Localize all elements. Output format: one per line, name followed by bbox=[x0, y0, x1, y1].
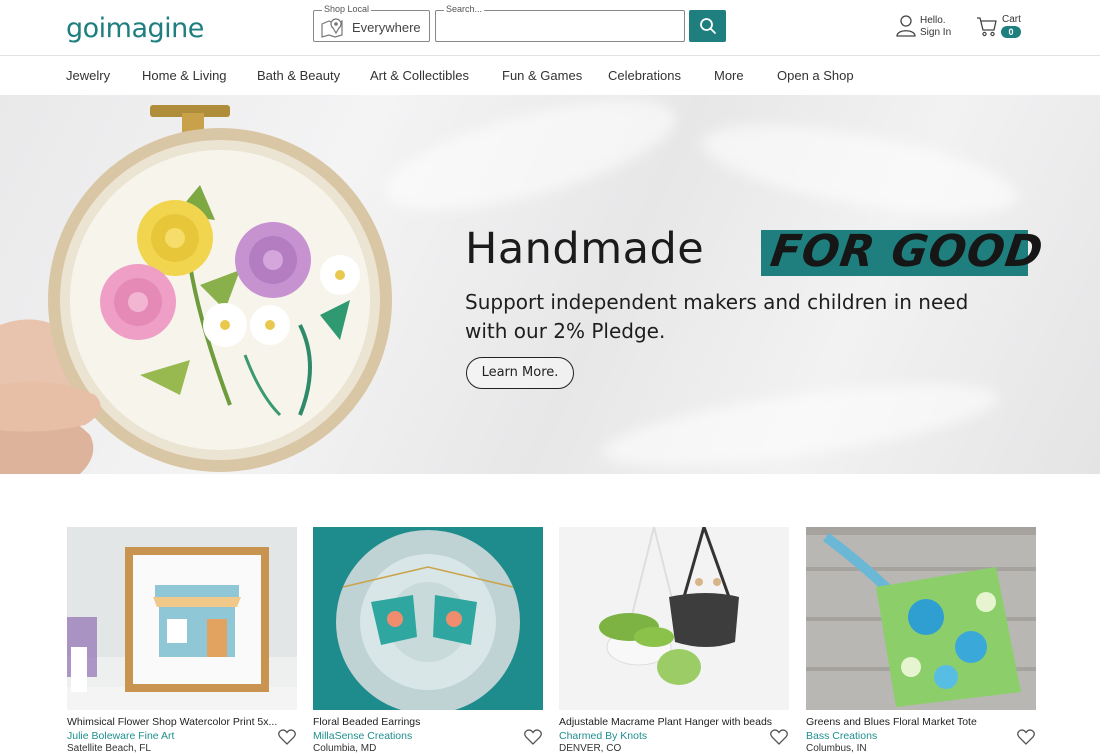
search-button[interactable] bbox=[689, 10, 726, 42]
nav-item-home-living[interactable]: Home & Living bbox=[142, 68, 227, 83]
product-image[interactable] bbox=[806, 527, 1036, 710]
product-shop-link[interactable]: Charmed By Knots bbox=[559, 730, 647, 742]
cart-count-badge: 0 bbox=[1001, 26, 1021, 38]
shop-local-value: Everywhere bbox=[352, 20, 421, 35]
product-location: Columbus, IN bbox=[806, 743, 867, 754]
hero-title: Handmade bbox=[465, 224, 705, 274]
nav-item-open-a-shop[interactable]: Open a Shop bbox=[777, 68, 854, 83]
product-location: DENVER, CO bbox=[559, 743, 622, 754]
shop-local-legend: Shop Local bbox=[322, 4, 372, 14]
product-title[interactable]: Adjustable Macrame Plant Hanger with bea… bbox=[559, 716, 791, 728]
search-field[interactable]: Search... bbox=[435, 4, 685, 42]
product-location: Satellite Beach, FL bbox=[67, 743, 151, 754]
cart-link[interactable]: Cart 0 bbox=[976, 13, 1026, 41]
product-image[interactable] bbox=[67, 527, 297, 710]
heart-icon[interactable] bbox=[278, 729, 296, 745]
learn-more-button[interactable]: Learn More. bbox=[466, 357, 574, 389]
product-shop-link[interactable]: Julie Boleware Fine Art bbox=[67, 730, 174, 742]
search-input[interactable] bbox=[440, 16, 678, 36]
greeting-text: Hello. bbox=[920, 15, 946, 26]
product-card[interactable]: Adjustable Macrame Plant Hanger with bea… bbox=[559, 527, 789, 756]
nav-item-more[interactable]: More bbox=[714, 68, 744, 83]
product-location: Columbia, MD bbox=[313, 743, 377, 754]
search-icon bbox=[699, 18, 716, 34]
nav-item-fun-games[interactable]: Fun & Games bbox=[502, 68, 582, 83]
hero-subtitle-line1: Support independent makers and children … bbox=[465, 290, 969, 314]
cart-icon bbox=[977, 17, 997, 37]
hero-subtitle-line2: with our 2% Pledge. bbox=[465, 319, 666, 343]
product-card[interactable]: Greens and Blues Floral Market Tote Bass… bbox=[806, 527, 1036, 756]
fabric-fold bbox=[696, 107, 1024, 233]
hero-subtitle: Support independent makers and children … bbox=[465, 288, 1065, 346]
sign-in-link[interactable]: Hello. Sign In bbox=[895, 14, 955, 42]
map-pin-icon bbox=[321, 18, 343, 38]
cart-label: Cart bbox=[1002, 14, 1021, 25]
product-card[interactable]: Floral Beaded Earrings MillaSense Creati… bbox=[313, 527, 543, 756]
product-image[interactable] bbox=[313, 527, 543, 710]
hero-tag: FOR GOOD bbox=[761, 226, 1047, 277]
category-nav: Jewelry Home & Living Bath & Beauty Art … bbox=[0, 56, 1100, 95]
product-title[interactable]: Whimsical Flower Shop Watercolor Print 5… bbox=[67, 716, 299, 728]
heart-icon[interactable] bbox=[524, 729, 542, 745]
product-image[interactable] bbox=[559, 527, 789, 710]
product-title[interactable]: Floral Beaded Earrings bbox=[313, 716, 545, 728]
shop-local-selector[interactable]: Shop Local Everywhere bbox=[313, 4, 430, 42]
embroidery-hoop-image bbox=[0, 105, 392, 474]
sign-in-text: Sign In bbox=[920, 27, 952, 38]
nav-item-art-collectibles[interactable]: Art & Collectibles bbox=[370, 68, 469, 83]
heart-icon[interactable] bbox=[770, 729, 788, 745]
product-card[interactable]: Whimsical Flower Shop Watercolor Print 5… bbox=[67, 527, 297, 756]
fabric-fold bbox=[597, 367, 1003, 474]
site-header: goimagine Shop Local Everywhere Search..… bbox=[0, 0, 1100, 56]
user-icon bbox=[896, 15, 916, 37]
product-title[interactable]: Greens and Blues Floral Market Tote bbox=[806, 716, 1038, 728]
product-shop-link[interactable]: Bass Creations bbox=[806, 730, 877, 742]
hero-tag-text: FOR GOOD bbox=[767, 226, 1047, 277]
heart-icon[interactable] bbox=[1017, 729, 1035, 745]
nav-item-bath-beauty[interactable]: Bath & Beauty bbox=[257, 68, 340, 83]
product-shop-link[interactable]: MillaSense Creations bbox=[313, 730, 412, 742]
nav-item-celebrations[interactable]: Celebrations bbox=[608, 68, 681, 83]
search-legend: Search... bbox=[444, 4, 485, 14]
hero-banner: Handmade FOR GOOD Support independent ma… bbox=[0, 95, 1100, 474]
nav-item-jewelry[interactable]: Jewelry bbox=[66, 68, 110, 83]
site-logo[interactable]: goimagine bbox=[66, 13, 204, 44]
